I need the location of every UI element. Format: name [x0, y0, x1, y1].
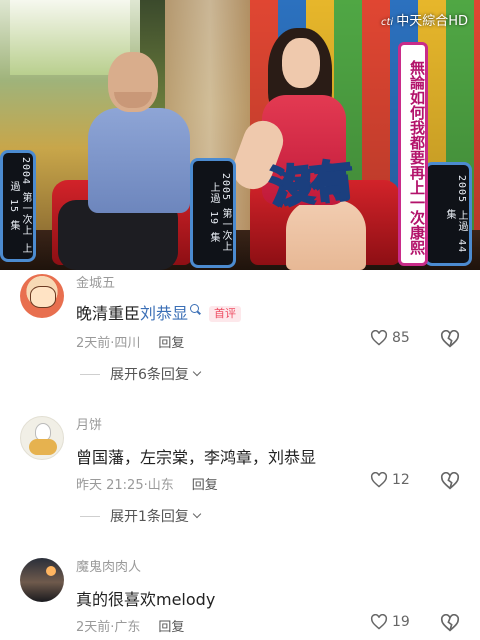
comment-time: 2天前·四川	[76, 336, 141, 351]
man-head	[108, 52, 158, 112]
comment-meta: 2天前·广东 回复	[76, 616, 184, 635]
like-button[interactable]: 19	[370, 614, 410, 630]
comment-username[interactable]: 金城五	[76, 272, 115, 291]
channel-logo: cti 中天綜合HD	[381, 10, 468, 29]
expand-replies-button[interactable]: 展开1条回复	[80, 506, 202, 526]
reply-button[interactable]: 回复	[192, 478, 218, 493]
avatar-face	[30, 286, 56, 308]
chalk-sign-left: 2004 第一次上 上過 15 集	[0, 150, 36, 262]
first-comment-badge: 首评	[209, 306, 242, 322]
divider-line	[80, 515, 100, 517]
like-count: 85	[392, 330, 410, 346]
comment-username[interactable]: 月饼	[76, 414, 102, 433]
comment-username[interactable]: 魔鬼肉肉人	[76, 556, 141, 575]
like-count: 19	[392, 614, 410, 630]
avatar[interactable]	[20, 274, 64, 318]
channel-name: 中天綜合HD	[396, 14, 468, 29]
dislike-button[interactable]	[440, 613, 460, 634]
like-button[interactable]: 12	[370, 472, 410, 488]
avatar-mooncake	[29, 439, 57, 455]
heart-icon	[370, 472, 388, 488]
comment-time: 2天前·广东	[76, 620, 141, 635]
expand-replies-label: 展开1条回复	[110, 509, 189, 525]
divider-line	[80, 373, 100, 375]
woman-face	[282, 38, 320, 88]
avatar[interactable]	[20, 558, 64, 602]
comment-text: 真的很喜欢melody	[76, 590, 216, 609]
expand-replies-label: 展开6条回复	[110, 367, 189, 383]
comment-search-link[interactable]: 刘恭显	[140, 304, 188, 323]
heart-icon	[370, 330, 388, 346]
avatar[interactable]	[20, 416, 64, 460]
like-count: 12	[392, 472, 410, 488]
comment-time: 昨天 21:25·山东	[76, 478, 174, 493]
avatar-sunset	[46, 566, 56, 576]
comment-text-prefix: 晚清重臣	[76, 304, 141, 323]
broken-heart-icon	[440, 613, 460, 632]
man-jacket	[88, 108, 190, 213]
broken-heart-icon	[440, 471, 460, 490]
like-button[interactable]: 85	[370, 330, 410, 346]
video-frame[interactable]: 2004 第一次上 上過 15 集 2005 第一次上 上過 19 集 2005…	[0, 0, 480, 270]
chevron-down-icon	[192, 367, 202, 377]
reply-button[interactable]: 回复	[158, 620, 184, 635]
comment-list: 金城五 晚清重臣刘恭显 首评 2天前·四川 回复 85 展开6条回复 月饼 曾国藩，…	[0, 270, 480, 640]
channel-prefix: cti	[381, 17, 394, 28]
heart-icon	[370, 614, 388, 630]
expand-replies-button[interactable]: 展开6条回复	[80, 364, 202, 384]
chevron-down-icon	[192, 509, 202, 519]
reply-button[interactable]: 回复	[158, 336, 184, 351]
overlay-caption-vertical: 無論如何我都要再上一次康熙	[398, 42, 428, 266]
dislike-button[interactable]	[440, 471, 460, 492]
comment-meta: 昨天 21:25·山东 回复	[76, 474, 218, 493]
comment-text: 曾国藩，左宗棠，李鸿章，刘恭显	[76, 448, 317, 467]
dislike-button[interactable]	[440, 329, 460, 350]
comment-text: 晚清重臣刘恭显 首评	[76, 300, 242, 324]
chalk-sign-middle: 2005 第一次上 上過 19 集	[190, 158, 236, 268]
overlay-caption-big: 沒有	[266, 153, 354, 213]
chalk-sign-right: 2005 上過 44 集	[424, 162, 472, 266]
comment-meta: 2天前·四川 回复	[76, 332, 184, 351]
search-icon[interactable]	[190, 304, 200, 313]
broken-heart-icon	[440, 329, 460, 348]
